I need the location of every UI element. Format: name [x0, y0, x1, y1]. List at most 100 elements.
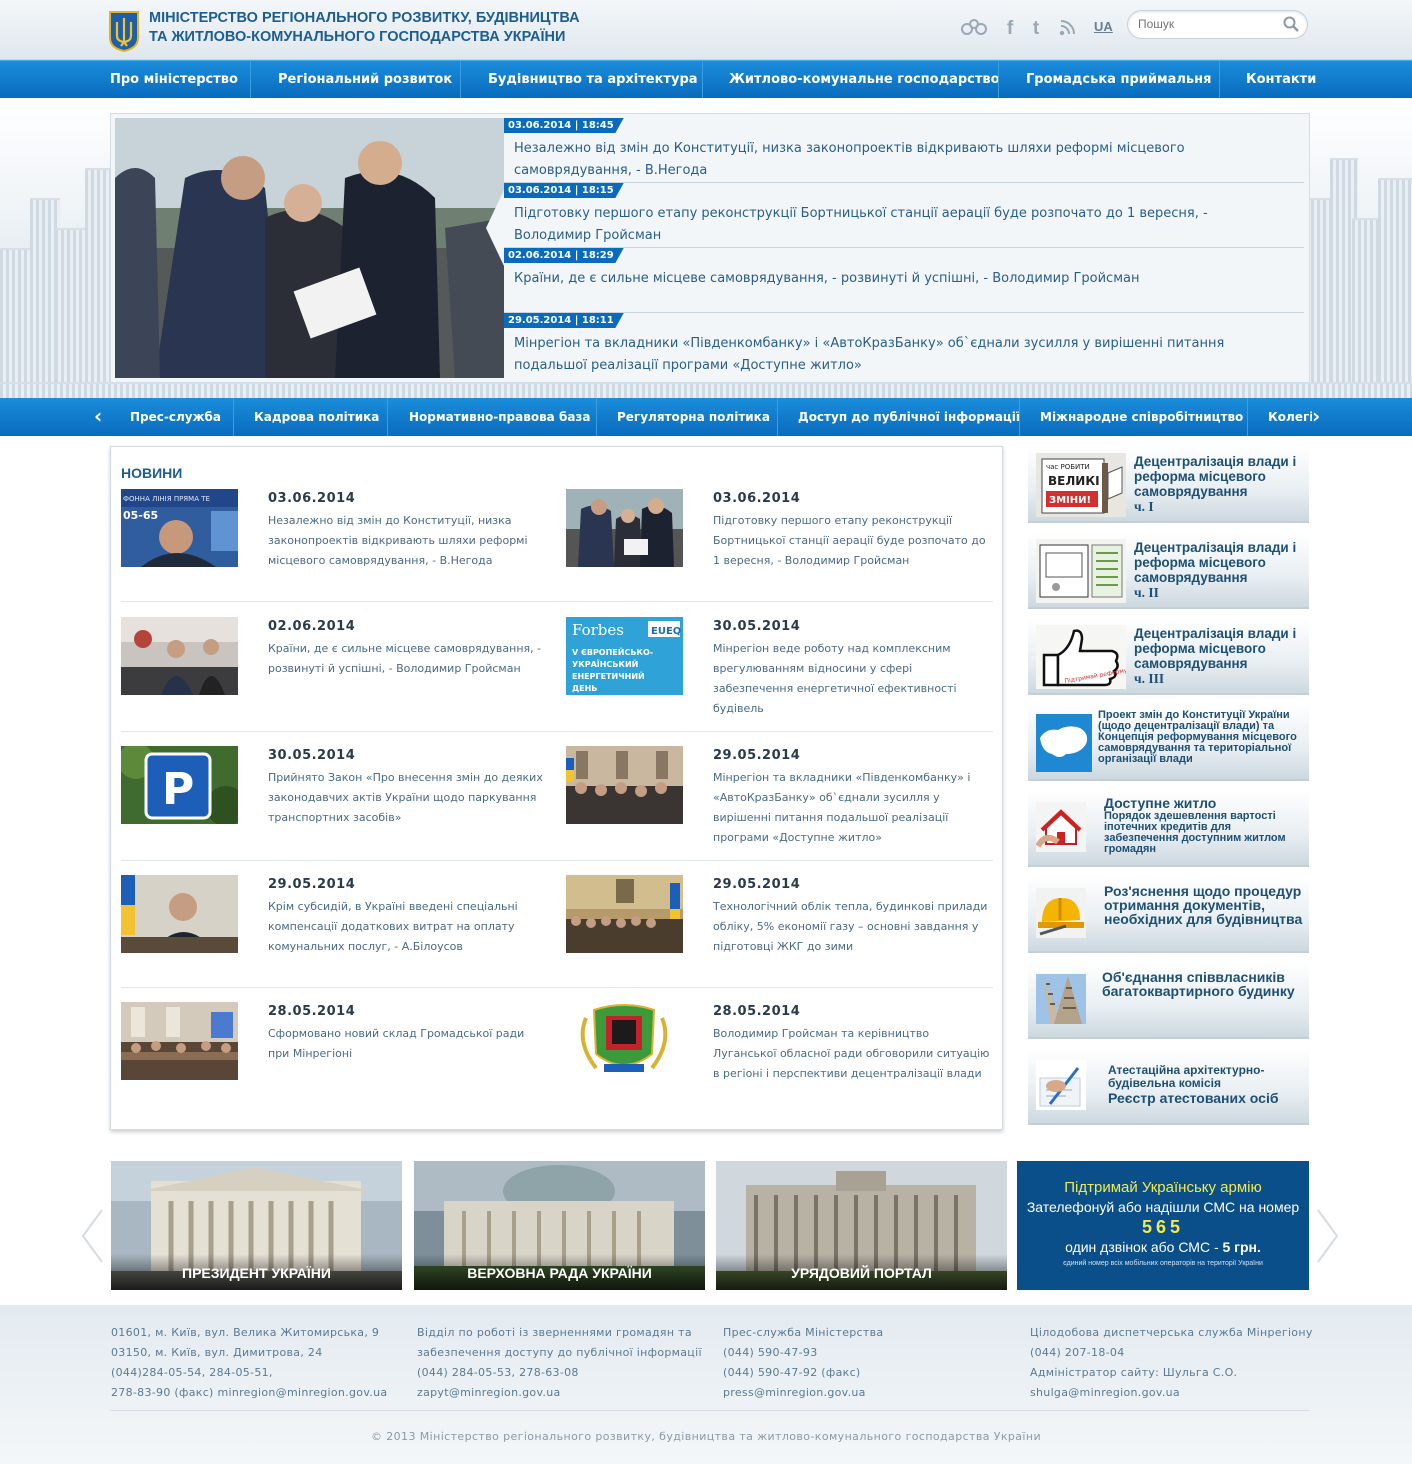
subnav-item-regulatory[interactable]: Регуляторна політика [617, 398, 770, 436]
coat-of-arms-logo[interactable] [108, 10, 140, 53]
footer-line[interactable]: 278-83-90 (факс) minregion@minregion.gov… [111, 1383, 387, 1403]
news-item[interactable]: 29.05.2014 Мінрегіон та вкладники «Півде… [566, 746, 996, 856]
news-text[interactable]: Крім субсидій, в Україні введені спеціал… [268, 897, 548, 957]
news-thumbnail[interactable] [566, 746, 683, 824]
sidebar-banner-affordable-housing[interactable]: Доступне житло Порядок здешевлення варто… [1028, 790, 1309, 867]
banner-verkhovna-rada[interactable]: ВЕРХОВНА РАДА УКРАЇНИ [414, 1161, 705, 1290]
site-title[interactable]: Міністерство регіонального розвитку, буд… [149, 9, 619, 47]
army-banner-line2: Зателефонуй або надішли СМС на номер [1026, 1199, 1300, 1215]
thumb-text: P [162, 764, 194, 815]
news-thumbnail[interactable] [121, 1002, 238, 1080]
news-text[interactable]: Мінрегіон та вкладники «Південкомбанку» … [713, 768, 993, 848]
banner-subtitle: Реєстр атестованих осіб [1108, 1090, 1279, 1106]
news-text[interactable]: Володимир Гройсман та керівництво Луганс… [713, 1024, 993, 1084]
search-input[interactable] [1138, 17, 1278, 31]
news-thumbnail[interactable] [121, 617, 238, 695]
nav-item-construction[interactable]: Будівництво та архітектура [488, 61, 698, 99]
news-text[interactable]: Сформовано новий склад Громадської ради … [268, 1024, 548, 1064]
banner-government-portal[interactable]: УРЯДОВИЙ ПОРТАЛ [716, 1161, 1007, 1290]
nav-item-regional-development[interactable]: Регіональний розвиток [278, 61, 452, 99]
army-banner-number: 565 [1141, 1217, 1185, 1237]
sidebar-banner-decentralization-1[interactable]: час РОБИТИ ВЕЛИКІ ЗМІНИ! Децентралізація в… [1028, 446, 1309, 523]
subnav-item-press[interactable]: Прес-служба [130, 398, 221, 436]
footer-line: Цілодобова диспетчерська служба Мінрегіо… [1030, 1326, 1313, 1339]
footer-email-link[interactable]: zapyt@minregion.gov.ua [417, 1383, 702, 1403]
news-text[interactable]: Технологічний облік тепла, будинкові при… [713, 897, 993, 957]
news-thumbnail[interactable] [121, 875, 238, 953]
subnav-item-public-info[interactable]: Доступ до публічної інформації [798, 398, 1020, 436]
news-item[interactable]: ФОННА ЛІНІЯ ПРЯМА ТЕ 05-65 03.06.2014 Нез… [121, 489, 551, 599]
news-thumbnail[interactable] [566, 489, 683, 567]
footer-line: (044) 590-47-93 [723, 1346, 818, 1359]
news-text[interactable]: Прийнято Закон «Про внесення змін до дея… [268, 768, 548, 828]
sidebar-banner-attestation-commission[interactable]: Атестаційна архітектурно-будівельна комі… [1028, 1048, 1309, 1125]
news-item[interactable]: 29.05.2014 Крім субсидій, в Україні введ… [121, 875, 551, 985]
sidebar-banner-decentralization-3[interactable]: Підтримай реформу! Децентралізація влади… [1028, 618, 1309, 695]
nav-item-ministry[interactable]: Про міністерство [110, 61, 238, 99]
chevron-right-icon[interactable] [1316, 1208, 1340, 1275]
subnav-item-international[interactable]: Міжнародне співробітництво [1040, 398, 1243, 436]
footer-line: (044)284-05-54, 284-05-51, [111, 1366, 273, 1379]
news-date: 29.05.2014 [713, 748, 801, 763]
news-text[interactable]: Незалежно від змін до Конституції, низка… [268, 511, 548, 571]
footer-email-link[interactable]: shulga@minregion.gov.ua [1030, 1383, 1313, 1403]
flickr-icon[interactable] [960, 18, 987, 38]
news-item[interactable]: 29.05.2014 Технологічний облік тепла, бу… [566, 875, 996, 985]
divider [121, 987, 993, 988]
hero-news-item[interactable]: 29.05.2014 | 18:11 Мінрегіон та вкладник… [504, 313, 1304, 378]
news-text[interactable]: Мінрегіон веде роботу над комплексним вр… [713, 639, 993, 719]
nav-item-reception[interactable]: Громадська приймальня [1026, 61, 1211, 99]
search-icon[interactable] [1283, 16, 1299, 36]
news-thumbnail[interactable]: P [121, 746, 238, 824]
news-thumbnail[interactable] [566, 1002, 683, 1080]
banner-title: Децентралізація влади і реформа місцевог… [1134, 540, 1297, 600]
hero-news-item[interactable]: 03.06.2014 | 18:45 Незалежно від змін до… [504, 118, 1304, 183]
nav-item-contacts[interactable]: Контакти [1246, 61, 1316, 99]
news-item[interactable]: P 30.05.2014 Прийнято Закон «Про внесенн… [121, 746, 551, 856]
news-thumbnail[interactable] [566, 875, 683, 953]
facebook-icon[interactable]: f [998, 18, 1022, 39]
news-item[interactable]: 02.06.2014 Країни, де є сильне місцеве с… [121, 617, 551, 727]
language-switch[interactable]: UA [1094, 19, 1113, 34]
hero-news-title[interactable]: Мінрегіон та вкладники «Південкомбанку» … [514, 333, 1284, 377]
hero-news-title[interactable]: Незалежно від змін до Конституції, низка… [514, 138, 1284, 182]
news-item[interactable]: 28.05.2014 Володимир Гройсман та керівни… [566, 1002, 996, 1112]
sidebar-banner-construction-documents[interactable]: Роз'яснення щодо процедур отримання доку… [1028, 876, 1309, 953]
chevron-left-icon[interactable] [80, 1208, 104, 1275]
news-date: 28.05.2014 [713, 1004, 801, 1019]
hero-news-title[interactable]: Підготовку першого етапу реконструкції Б… [514, 203, 1284, 247]
hero-news-item[interactable]: 03.06.2014 | 18:15 Підготовку першого ет… [504, 183, 1304, 248]
footer-address: 01601, м. Київ, вул. Велика Житомирська,… [111, 1323, 387, 1403]
banner-support-army[interactable]: Підтримай Українську армію Зателефонуй а… [1017, 1161, 1309, 1290]
news-thumbnail[interactable]: ФОННА ЛІНІЯ ПРЯМА ТЕ 05-65 [121, 489, 238, 567]
footer-line: (044) 590-47-92 (факс) [723, 1366, 861, 1379]
hero-news-item[interactable]: 02.06.2014 | 18:29 Країни, де є сильне м… [504, 248, 1304, 313]
sidebar-banner-decentralization-2[interactable]: Децентралізація влади і реформа місцевог… [1028, 532, 1309, 609]
rss-icon[interactable] [1056, 18, 1080, 38]
banner-president[interactable]: ПРЕЗИДЕНТ УКРАЇНИ [111, 1161, 402, 1290]
footer-line: Відділ по роботі із зверненнями громадян… [417, 1326, 692, 1339]
news-item[interactable]: 03.06.2014 Підготовку першого етапу реко… [566, 489, 996, 599]
hero-news-title[interactable]: Країни, де є сильне місцеве самоврядуван… [514, 268, 1284, 290]
subnav-item-hr[interactable]: Кадрова політика [254, 398, 379, 436]
news-date: 03.06.2014 [268, 491, 356, 506]
ukraine-map-icon [1036, 714, 1092, 772]
chevron-left-icon[interactable]: ‹ [94, 404, 102, 428]
sidebar-banner-homeowners-association[interactable]: Об'єднання співвласників багатоквартирно… [1028, 962, 1309, 1039]
subnav-item-legal[interactable]: Нормативно-правова база [409, 398, 591, 436]
sidebar-banner-constitution[interactable]: Проект змін до Конституції України (щодо… [1028, 704, 1309, 781]
footer-email-link[interactable]: press@minregion.gov.ua [723, 1383, 883, 1403]
news-thumbnail[interactable]: Forbes EUEQ V ЄВРОПЕЙСЬКО- УКРАЇНСЬКИЙ ЕНЕРГ… [566, 617, 683, 695]
nav-item-housing[interactable]: Житлово-комунальне господарство [729, 61, 1000, 99]
hero-photo[interactable] [115, 118, 504, 378]
chevron-right-icon[interactable]: › [1312, 404, 1320, 428]
svg-text:ВЕЛИКІ: ВЕЛИКІ [1048, 474, 1100, 488]
subnav-item-board[interactable]: Колегія [1268, 398, 1312, 436]
news-text[interactable]: Країни, де є сильне місцеве самоврядуван… [268, 639, 548, 679]
twitter-icon[interactable]: t [1024, 18, 1048, 39]
news-item[interactable]: Forbes EUEQ V ЄВРОПЕЙСЬКО- УКРАЇНСЬКИЙ ЕНЕРГ… [566, 617, 996, 727]
footer-line: 03150, м. Київ, вул. Димитрова, 24 [111, 1346, 323, 1359]
footer-dispatch: Цілодобова диспетчерська служба Мінрегіо… [1030, 1323, 1313, 1403]
news-item[interactable]: 28.05.2014 Сформовано новий склад Громад… [121, 1002, 551, 1112]
news-text[interactable]: Підготовку першого етапу реконструкції Б… [713, 511, 993, 571]
